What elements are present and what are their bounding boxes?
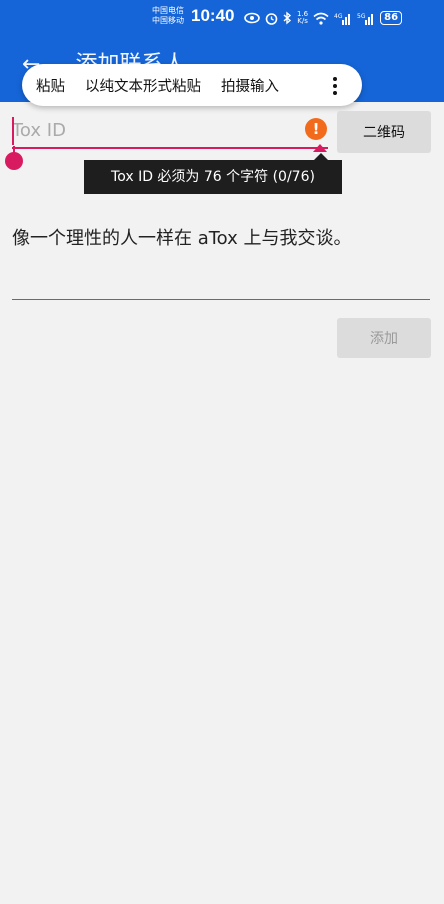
message-input[interactable]: 像一个理性的人一样在 aTox 上与我交谈。 [12,224,432,250]
wifi-icon [313,12,329,25]
menu-item-paste-plain[interactable]: 以纯文本形式粘贴 [85,75,201,96]
carrier-1: 中国电信 [152,6,184,15]
error-tooltip: Tox ID 必须为 76 个字符 (0/76) [84,153,342,194]
svg-text:4G: 4G [334,13,343,20]
carrier-2: 中国移动 [152,16,184,25]
menu-item-camera-input[interactable]: 拍摄输入 [221,75,279,96]
tox-id-underline [12,147,328,149]
carrier-names: 中国电信 中国移动 [152,6,184,26]
alarm-icon [265,12,278,25]
network-speed: 1.6 K/s [297,10,309,25]
add-button[interactable]: 添加 [337,318,431,358]
tox-id-placeholder: Tox ID [12,120,66,141]
more-vert-icon[interactable] [332,75,338,95]
battery-indicator: 86 [380,11,403,25]
text-context-menu: 粘贴 以纯文本形式粘贴 拍摄输入 [22,64,362,106]
status-bar: 中国电信 中国移动 10:40 1.6 K/s 4G 5G 86 [0,0,444,34]
signal-icon-2: 5G [357,13,374,25]
svg-text:5G: 5G [357,13,366,20]
selection-handle-left[interactable] [4,146,24,172]
menu-item-paste[interactable]: 粘贴 [36,75,65,96]
eye-icon [244,12,260,24]
bluetooth-icon [283,11,292,25]
signal-icon-1: 4G [334,13,351,25]
qr-code-button[interactable]: 二维码 [337,111,431,153]
message-underline [12,299,430,300]
text-cursor [12,117,14,145]
tox-id-field[interactable]: Tox ID [12,114,328,150]
error-icon: ! [305,118,327,140]
status-time: 10:40 [191,6,235,25]
status-icons: 1.6 K/s 4G 5G 86 [244,9,403,27]
